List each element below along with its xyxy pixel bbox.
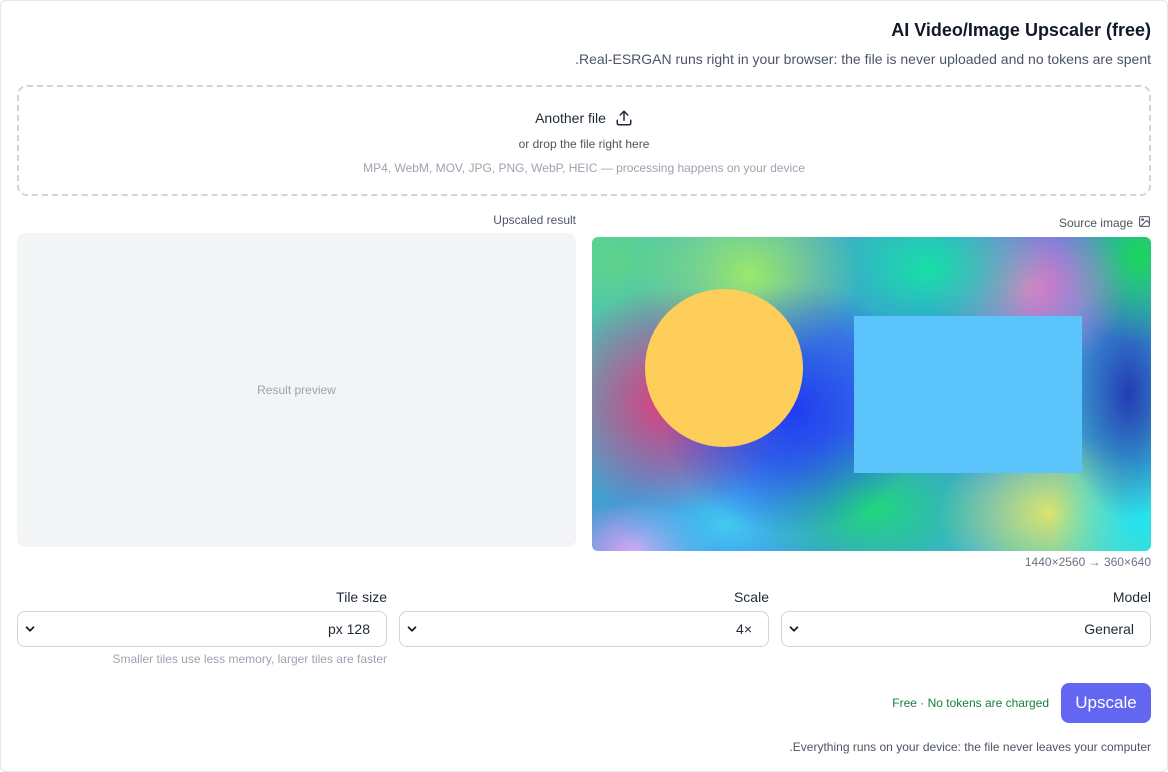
chevron-down-icon [405,622,419,636]
image-dimensions: 1440×2560 → 360×640 [1024,555,1151,569]
scale-label: Scale [733,589,769,605]
chevron-down-icon [23,622,37,636]
result-label: Upscaled result [493,213,576,227]
choose-file-button[interactable]: Another file [19,109,1149,127]
source-image-rectangle [854,316,1082,473]
model-value: General [1084,621,1134,637]
chevron-down-icon [787,622,801,636]
file-dropzone[interactable]: Another file or drop the file right here… [17,85,1151,196]
scale-select[interactable]: 4× [399,611,769,647]
page-title: AI Video/Image Upscaler (free) [891,20,1151,40]
source-image-preview [592,237,1151,551]
source-label-text: Source image [1058,216,1133,230]
image-icon [1138,215,1151,231]
dropzone-sub-label: or drop the file right here [518,137,650,151]
source-label: Source image [1059,215,1151,231]
dropzone-main-label: Another file [535,110,606,126]
result-preview: Result preview [17,233,576,547]
free-note: Free · No tokens are charged [892,696,1049,710]
model-label: Model [1112,589,1151,605]
model-select[interactable]: General [781,611,1151,647]
result-label-text: Upscaled result [493,213,576,227]
scale-value: 4× [736,621,752,637]
upscale-button[interactable]: Upscale [1061,683,1151,723]
tile-size-value: px 128 [327,621,370,637]
page-subtitle: .Real-ESRGAN runs right in your browser:… [575,51,1151,67]
footer-note: .Everything runs on your device: the fil… [789,740,1151,754]
upload-icon [615,109,633,127]
dropzone-hint: MP4, WebM, MOV, JPG, PNG, WebP, HEIC — p… [363,161,805,175]
result-placeholder: Result preview [257,383,336,397]
source-image-circle [645,289,803,447]
tile-size-select[interactable]: px 128 [17,611,387,647]
tile-size-label: Tile size [336,589,387,605]
tile-size-hint: Smaller tiles use less memory, larger ti… [112,652,387,666]
